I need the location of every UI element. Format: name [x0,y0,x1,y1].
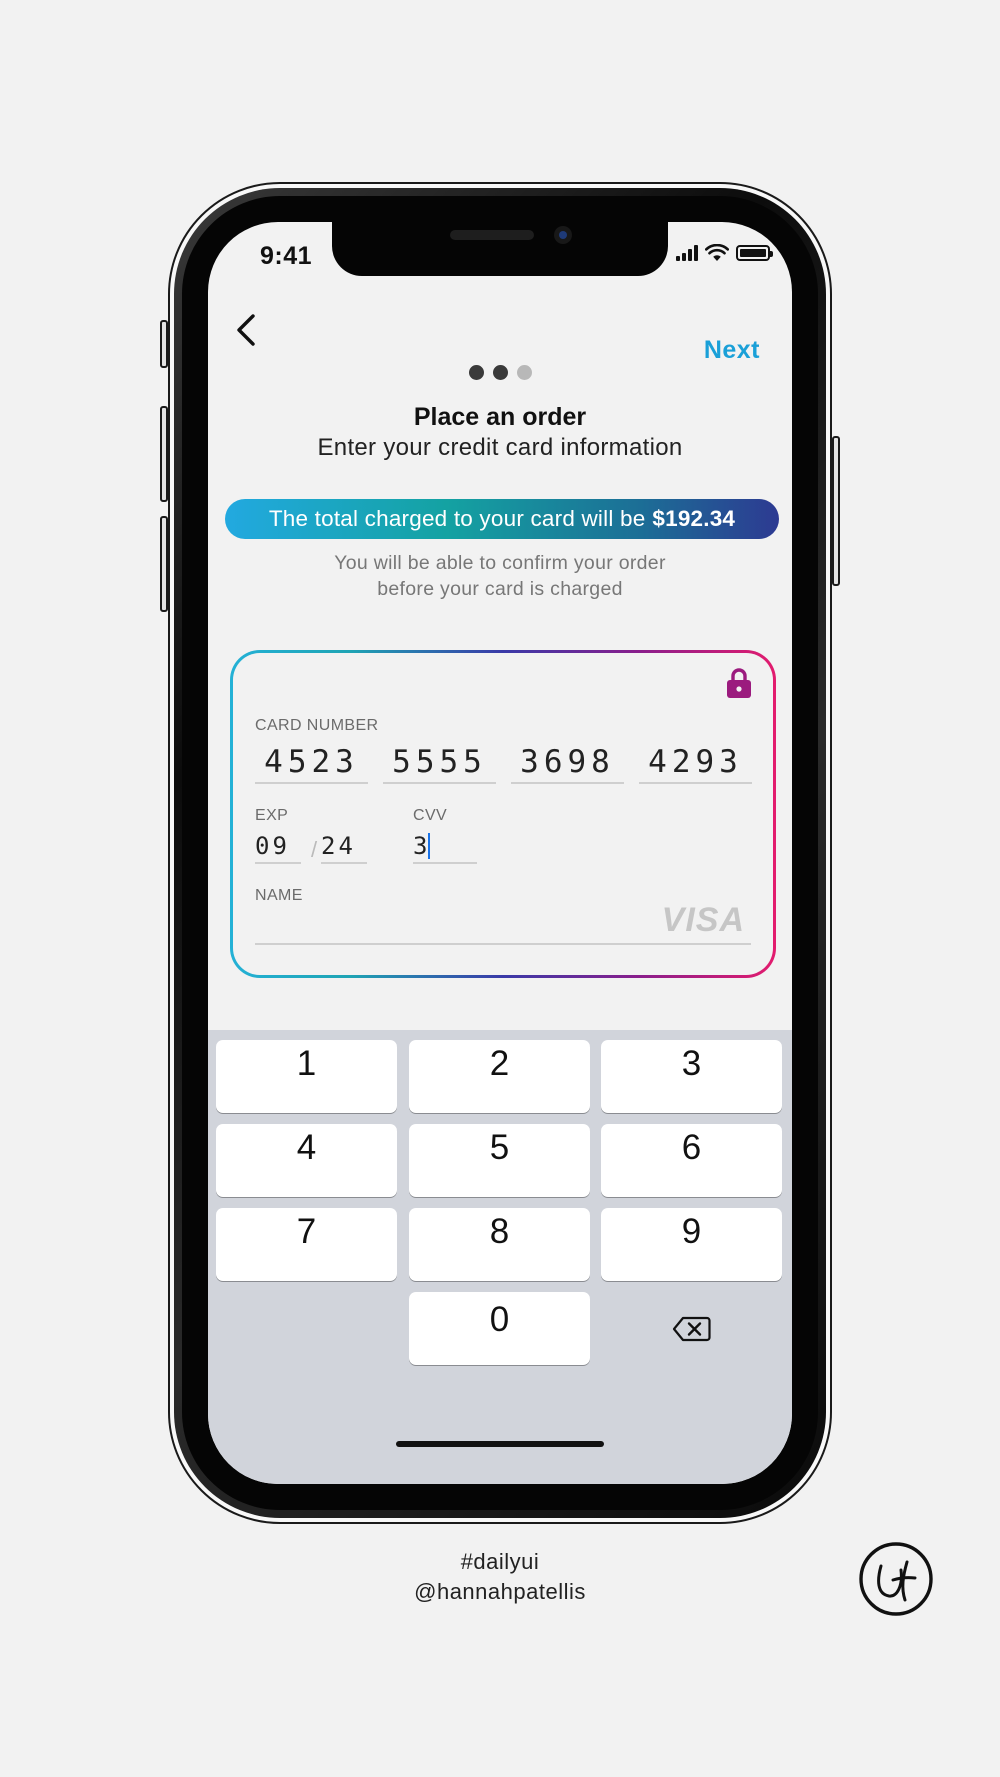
key-9[interactable]: 9 [601,1208,782,1281]
volume-down-button [160,516,168,612]
page-subtitle: Enter your credit card information [317,434,683,461]
name-label: NAME [255,887,303,904]
card-number-group-4[interactable]: 4293 [639,744,752,784]
card-number-group-3[interactable]: 3698 [511,744,624,784]
cvv-field[interactable]: 3 [413,832,477,864]
text-cursor [428,833,431,859]
name-field[interactable] [255,943,751,945]
key-7[interactable]: 7 [216,1208,397,1281]
step-dot-1 [468,365,484,380]
step-dot-2 [492,365,508,380]
confirm-note-line-1: You will be able to confirm your order [334,552,666,574]
key-0[interactable]: 0 [409,1292,590,1365]
key-2[interactable]: 2 [409,1040,590,1113]
home-indicator[interactable] [396,1441,604,1447]
key-3[interactable]: 3 [601,1040,782,1113]
status-time: 9:41 [260,242,313,270]
key-1[interactable]: 1 [216,1040,397,1113]
status-icons [676,244,773,262]
card-number-group-1[interactable]: 4523 [255,744,368,784]
designer-monogram-logo [859,1542,933,1616]
chevron-left-icon [237,314,255,346]
screen: 9:41 Next Place an order Enter your cred… [208,222,792,1484]
backspace-key[interactable] [601,1292,782,1365]
exp-year-field[interactable]: 24 [321,832,367,864]
step-dot-3 [516,365,532,380]
credit-card-form: CARD NUMBER 4523 5555 3698 4293 EXP 09 /… [230,650,776,978]
volume-up-button [160,406,168,502]
confirm-note-line-2: before your card is charged [377,578,623,600]
front-camera [554,226,572,244]
key-6[interactable]: 6 [601,1124,782,1197]
visa-logo: VISA [661,901,745,939]
key-8[interactable]: 8 [409,1208,590,1281]
card-number-group-2[interactable]: 5555 [383,744,496,784]
key-5[interactable]: 5 [409,1124,590,1197]
numeric-keypad: 1 2 3 4 5 6 7 8 9 0 [208,1030,792,1484]
backspace-icon [672,1316,711,1341]
lock-icon [727,668,751,698]
notch [332,222,668,276]
footer-hashtag: #dailyui [460,1549,540,1574]
total-charge-text: The total charged to your card will be [268,506,646,531]
page-title: Place an order [413,403,587,431]
total-charge-amount: $192.34 [652,506,736,531]
mute-switch [160,320,168,368]
cvv-label: CVV [413,807,448,824]
phone-mockup: 9:41 Next Place an order Enter your cred… [160,182,840,1524]
back-button[interactable] [226,308,266,352]
battery-icon [736,245,773,261]
wifi-icon [705,244,729,261]
key-4[interactable]: 4 [216,1124,397,1197]
exp-separator: / [311,837,318,862]
total-charge-banner: The total charged to your card will be $… [225,499,779,539]
step-indicator [208,365,792,381]
exp-label: EXP [255,807,289,824]
cellular-signal-icon [676,245,698,261]
cvv-value: 3 [413,832,428,860]
confirm-note: You will be able to confirm your order b… [208,550,792,602]
card-number-label: CARD NUMBER [255,717,379,734]
next-button[interactable]: Next [704,336,760,365]
exp-month-field[interactable]: 09 [255,832,301,864]
speaker-grille [450,230,534,240]
power-button [832,436,840,586]
footer-handle: @hannahpatellis [414,1579,586,1604]
